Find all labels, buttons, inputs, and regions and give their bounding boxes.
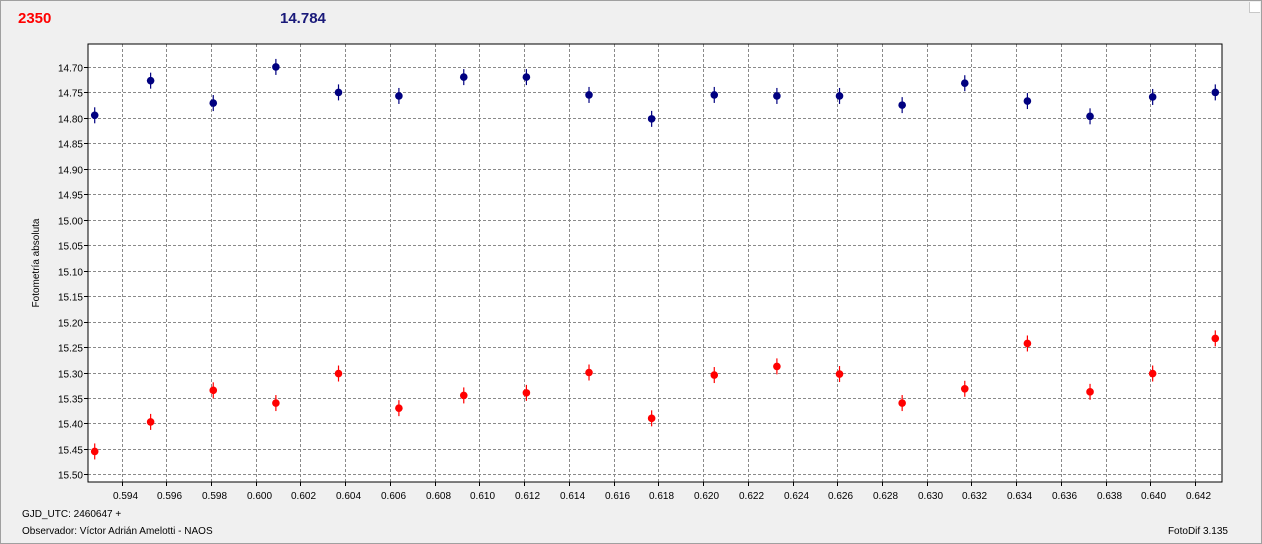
x-tick-label: 0.602 <box>291 491 316 502</box>
plot-area <box>88 44 1222 482</box>
data-point <box>960 384 969 393</box>
x-tick-label: 0.604 <box>336 491 361 502</box>
y-tick-label: 14.75 <box>58 89 83 100</box>
y-tick-label: 15.20 <box>58 319 83 330</box>
data-point <box>1211 334 1220 343</box>
x-tick-label: 0.642 <box>1186 491 1211 502</box>
data-point <box>835 370 844 378</box>
y-axis-label: Fotometría absoluta <box>31 218 42 307</box>
x-tick-label: 0.624 <box>784 491 809 502</box>
data-point <box>209 386 218 395</box>
y-tick-label: 15.25 <box>58 344 83 355</box>
y-tick-label: 14.80 <box>58 115 83 126</box>
data-point <box>710 371 719 379</box>
data-point <box>90 111 99 120</box>
data-point <box>272 399 280 407</box>
data-point <box>835 92 844 100</box>
x-tick-label: 0.618 <box>649 491 674 502</box>
gjd-label: GJD_UTC: 2460647 + <box>22 509 122 520</box>
x-tick-label: 0.630 <box>918 491 943 502</box>
x-tick-label: 0.616 <box>605 491 630 502</box>
x-tick-label: 0.594 <box>113 491 138 502</box>
data-point <box>146 418 155 426</box>
x-tick-label: 0.614 <box>560 491 585 502</box>
data-point <box>334 369 343 378</box>
data-point <box>1211 88 1220 97</box>
data-point <box>773 362 781 371</box>
y-tick-label: 15.50 <box>58 471 83 482</box>
y-tick-label: 14.95 <box>58 191 83 202</box>
data-point <box>146 76 155 85</box>
x-tick-label: 0.608 <box>426 491 451 502</box>
x-tick-label: 0.620 <box>694 491 719 502</box>
x-tick-label: 0.626 <box>828 491 853 502</box>
data-point <box>773 92 781 100</box>
data-point <box>522 73 531 81</box>
x-tick-label: 0.612 <box>515 491 540 502</box>
data-point <box>334 88 343 97</box>
data-point <box>585 91 593 99</box>
data-point <box>960 79 969 88</box>
x-tick-label: 0.606 <box>381 491 406 502</box>
y-tick-label: 15.10 <box>58 268 83 279</box>
data-point <box>1148 369 1157 378</box>
x-tick-label: 0.634 <box>1007 491 1032 502</box>
x-tick-label: 0.622 <box>739 491 764 502</box>
y-tick-label: 14.85 <box>58 140 83 151</box>
data-point <box>647 115 656 123</box>
x-tick-label: 0.628 <box>873 491 898 502</box>
x-tick-label: 0.598 <box>202 491 227 502</box>
y-tick-label: 15.00 <box>58 217 83 228</box>
data-point <box>459 73 468 81</box>
data-point <box>90 447 99 456</box>
data-point <box>1086 388 1094 396</box>
data-point <box>522 389 531 397</box>
y-tick-label: 14.70 <box>58 64 83 75</box>
y-tick-label: 14.90 <box>58 166 83 177</box>
y-tick-label: 15.35 <box>58 395 83 406</box>
data-point <box>272 63 280 71</box>
data-point <box>395 92 403 100</box>
data-point <box>1086 112 1094 121</box>
x-tick-label: 0.610 <box>470 491 495 502</box>
y-tick-label: 15.30 <box>58 370 83 381</box>
data-point <box>585 368 593 377</box>
data-point <box>710 91 719 99</box>
y-tick-label: 15.40 <box>58 420 83 431</box>
data-point <box>209 99 218 107</box>
x-tick-label: 0.632 <box>962 491 987 502</box>
x-tick-label: 0.596 <box>157 491 182 502</box>
y-tick-label: 15.15 <box>58 293 83 304</box>
photometry-plot: 0.594 0.596 0.598 0.600 0.602 0.604 0.606 0.608… <box>31 43 1223 502</box>
y-tick-label: 15.45 <box>58 446 83 457</box>
data-point <box>395 404 403 412</box>
x-tick-label: 0.640 <box>1141 491 1166 502</box>
x-tick-label: 0.638 <box>1097 491 1122 502</box>
x-tick-label: 0.600 <box>247 491 272 502</box>
data-point <box>1023 339 1032 348</box>
y-tick-label: 15.05 <box>58 242 83 253</box>
software-version: FotoDif 3.135 <box>1167 526 1228 537</box>
observer-label: Observador: Víctor Adrián Amelotti - NAO… <box>22 526 213 537</box>
data-point <box>459 391 468 400</box>
data-point <box>1148 93 1157 101</box>
data-point <box>898 399 906 407</box>
data-point <box>898 101 906 109</box>
x-tick-label: 0.636 <box>1052 491 1077 502</box>
data-point <box>647 414 656 423</box>
data-point <box>1023 97 1032 105</box>
